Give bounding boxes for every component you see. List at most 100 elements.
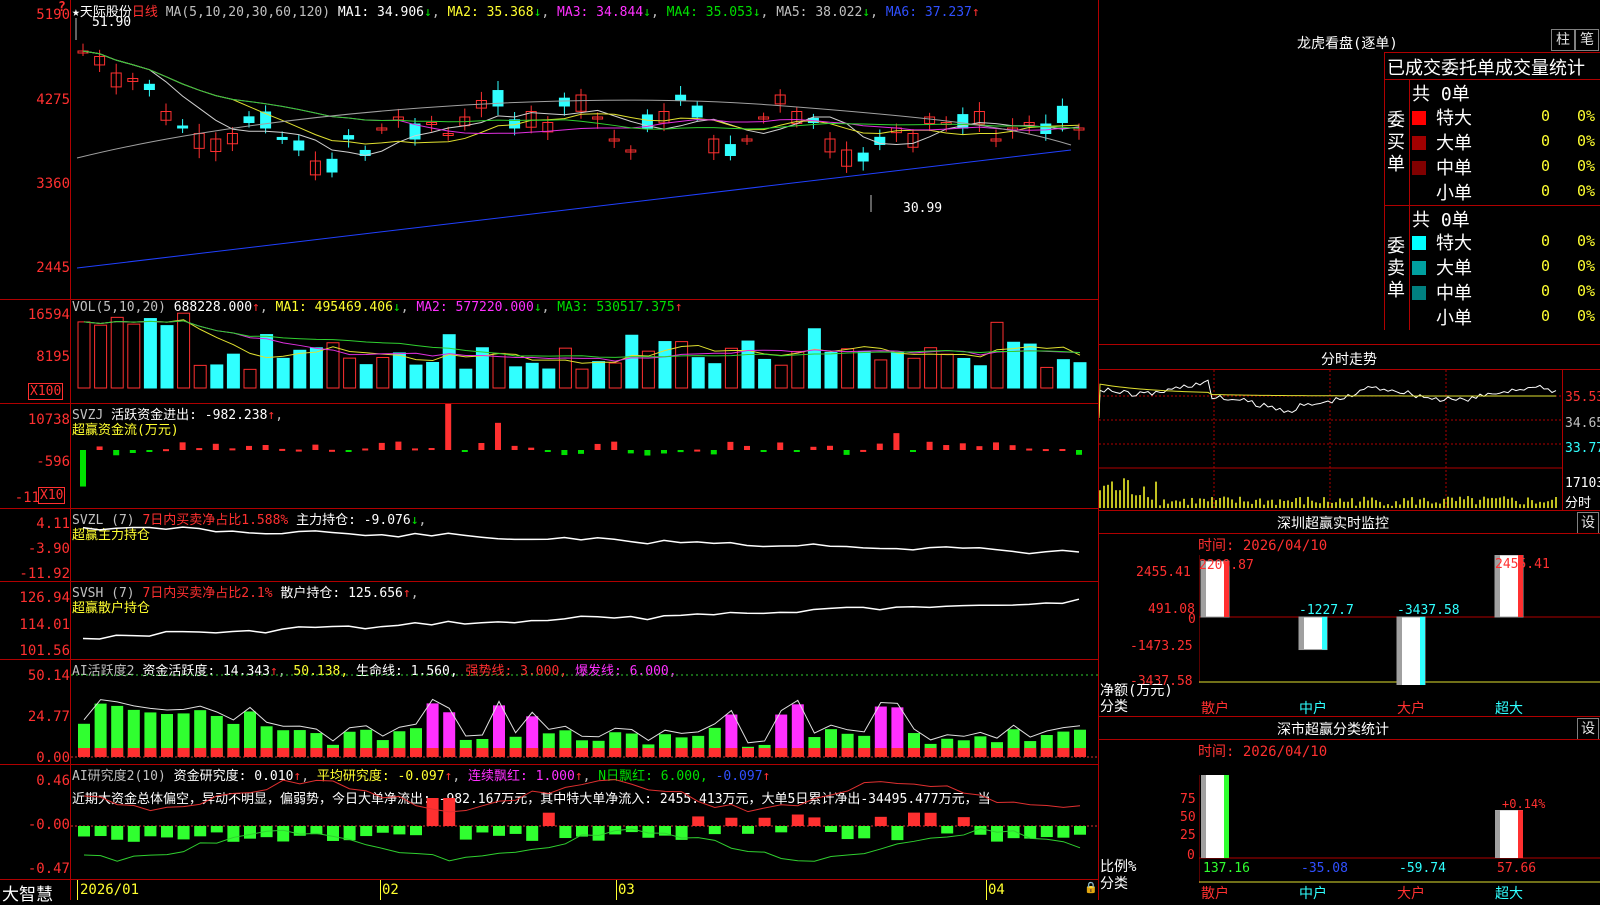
sell-group-label: 委卖单: [1387, 236, 1405, 301]
fenshi-title[interactable]: 分时走势: [1321, 349, 1377, 369]
research-bar: [144, 826, 157, 837]
fenshi-vol-bar: [1315, 502, 1317, 508]
svzl-chart[interactable]: [71, 509, 1098, 581]
y-tick: 16594: [27, 307, 70, 323]
fenshi-vol-bar: [1423, 497, 1425, 508]
y-tick: -0.47: [27, 861, 70, 877]
volume-bar: [426, 361, 440, 389]
fenshi-price: 33.77: [1565, 441, 1600, 456]
fenshi-vol-bar: [1283, 500, 1285, 508]
activity-base: [459, 748, 472, 757]
research-bar: [725, 817, 738, 826]
fund-flow-bar: [345, 450, 352, 452]
y-tick: 3360: [36, 176, 70, 192]
svsh-chart[interactable]: [71, 582, 1098, 659]
research-bar: [1007, 826, 1020, 839]
stat-xlabel: 分类: [1100, 876, 1128, 892]
activity-base: [111, 748, 124, 757]
fenshi-vol-bar: [1479, 499, 1481, 508]
fund-flow-bar: [412, 448, 418, 451]
research-bar: [1040, 826, 1053, 838]
volume-bar: [973, 365, 987, 389]
activity-base: [891, 748, 904, 757]
y-tick: -11: [14, 490, 40, 506]
fenshi-chart[interactable]: [1099, 370, 1562, 510]
lock-icon[interactable]: 🔒: [1084, 881, 1098, 894]
volume-bar: [691, 357, 705, 389]
research-bar: [559, 826, 572, 839]
activity-base: [327, 748, 339, 757]
volume-bar: [127, 323, 141, 389]
corner-marker[interactable]: ?: [58, 0, 66, 15]
monitor-bar-chart[interactable]: [1199, 555, 1600, 685]
ai1-chart[interactable]: [71, 660, 1098, 764]
stat-settings-button[interactable]: 设: [1577, 718, 1599, 740]
fund-flow-bar: [113, 450, 120, 456]
column-button[interactable]: 柱: [1551, 29, 1575, 51]
volume-bar: [260, 334, 274, 389]
fund-flow-bar: [760, 450, 767, 452]
fund-flow-bar: [561, 450, 568, 456]
fenshi-vol-bar: [1335, 502, 1337, 508]
fenshi-vol-bar: [1359, 501, 1361, 508]
fund-flow-bar: [279, 448, 286, 451]
svzj-chart[interactable]: [71, 404, 1098, 508]
fenshi-vol-bar: [1191, 497, 1193, 508]
stat-bar-shade: [1201, 775, 1206, 858]
research-bar: [692, 816, 705, 826]
fenshi-vol-bar: [1255, 499, 1257, 508]
candlestick-chart[interactable]: [71, 0, 1098, 298]
activity-base: [775, 748, 788, 757]
research-bar: [127, 826, 140, 842]
fenshi-vol-bar: [1223, 496, 1225, 508]
activity-base: [244, 748, 256, 757]
volume-chart[interactable]: [71, 300, 1098, 403]
fund-flow-bar: [295, 449, 302, 452]
fund-flow-bar: [910, 450, 916, 452]
stat-extra: +0.14%: [1502, 797, 1546, 811]
monitor-settings-button[interactable]: 设: [1577, 512, 1599, 534]
category-label: 大户: [1397, 701, 1425, 717]
fenshi-vol-bar: [1159, 505, 1161, 508]
fund-flow-bar: [644, 450, 651, 456]
fenshi-vol-bar: [1411, 497, 1413, 508]
volume-bar: [1073, 362, 1087, 389]
activity-base: [161, 748, 173, 757]
pen-button[interactable]: 笔: [1575, 29, 1599, 51]
research-bar: [210, 826, 223, 833]
buy-group-label: 委买单: [1387, 110, 1405, 175]
volume-bar: [110, 316, 124, 389]
activity-base: [94, 748, 107, 757]
fenshi-vol-bar: [1355, 505, 1357, 508]
fenshi-vol-bar: [1427, 501, 1429, 508]
category-label: 大户: [1397, 886, 1425, 902]
fund-flow-bar: [461, 450, 468, 452]
fund-flow-bar: [694, 449, 701, 452]
activity-base: [742, 748, 754, 757]
fenshi-vol-bar: [1247, 501, 1249, 508]
ai2-chart[interactable]: [71, 765, 1098, 879]
activity-base: [260, 748, 273, 757]
fenshi-vol-bar: [1383, 505, 1385, 508]
fenshi-vol-bar: [1239, 496, 1241, 508]
fund-flow-bar: [827, 445, 833, 450]
row-count: 0: [1541, 157, 1551, 175]
fenshi-vol-bar: [1351, 498, 1353, 508]
research-bar: [791, 814, 804, 826]
brand-logo[interactable]: 大智慧: [2, 880, 53, 905]
row-percent: 0%: [1577, 157, 1596, 175]
candle: [260, 111, 272, 129]
row-count: 0: [1541, 307, 1551, 325]
activity-base: [675, 748, 688, 757]
fund-flow-bar: [959, 443, 966, 450]
monitor-title: 深圳超赢实时监控: [1277, 516, 1389, 532]
candle: [326, 158, 338, 173]
volume-bar: [592, 361, 606, 389]
fenshi-price: 35.53: [1565, 390, 1600, 405]
volume-bar: [1056, 359, 1070, 389]
divider: [1098, 510, 1600, 511]
row-count: 0: [1541, 132, 1551, 150]
research-bar: [227, 826, 240, 842]
y-tick: 0.46: [36, 773, 70, 789]
stats-title[interactable]: 已成交委托单成交量统计: [1387, 54, 1585, 80]
